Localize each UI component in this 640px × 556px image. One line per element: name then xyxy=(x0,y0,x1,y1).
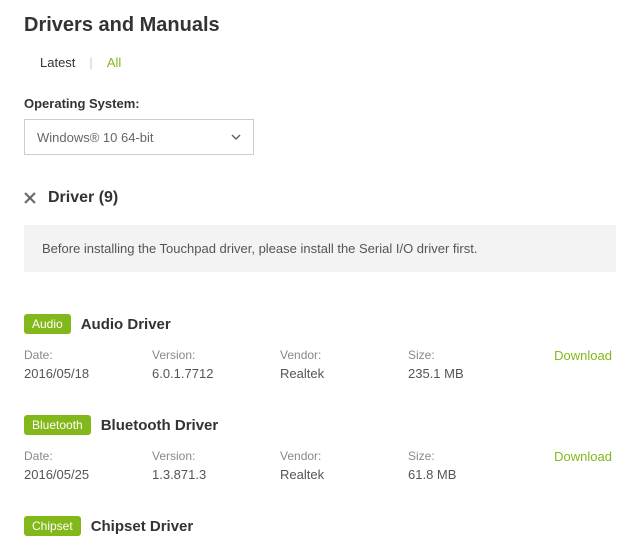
meta-value-version: 6.0.1.7712 xyxy=(152,366,280,381)
tab-divider: | xyxy=(89,55,92,70)
meta-label-version: Version: xyxy=(152,348,280,362)
meta-value-date: 2016/05/18 xyxy=(24,366,152,381)
page-title: Drivers and Manuals xyxy=(24,14,616,37)
meta-value-size: 61.8 MB xyxy=(408,467,536,482)
driver-section-header: Driver (9) xyxy=(24,189,616,207)
os-label: Operating System: xyxy=(24,96,616,111)
tab-latest[interactable]: Latest xyxy=(40,55,75,70)
download-link[interactable]: Download xyxy=(554,449,612,464)
meta-value-vendor: Realtek xyxy=(280,467,408,482)
meta-value-vendor: Realtek xyxy=(280,366,408,381)
filter-tabs: Latest | All xyxy=(40,55,616,70)
driver-category-badge: Chipset xyxy=(24,516,81,536)
driver-title: Audio Driver xyxy=(81,316,171,333)
driver-category-badge: Bluetooth xyxy=(24,415,91,435)
download-link[interactable]: Download xyxy=(554,348,612,363)
meta-label-version: Version: xyxy=(152,449,280,463)
meta-value-version: 1.3.871.3 xyxy=(152,467,280,482)
driver-title: Bluetooth Driver xyxy=(101,417,219,434)
driver-category-badge: Audio xyxy=(24,314,71,334)
meta-label-date: Date: xyxy=(24,449,152,463)
driver-item: Audio Audio Driver Date: 2016/05/18 Vers… xyxy=(24,314,616,381)
driver-section-title: Driver (9) xyxy=(48,189,118,207)
os-select[interactable]: Windows® 10 64-bit xyxy=(24,119,254,155)
meta-label-date: Date: xyxy=(24,348,152,362)
driver-title: Chipset Driver xyxy=(91,518,194,535)
os-select-value: Windows® 10 64-bit xyxy=(37,130,231,145)
chevron-down-icon xyxy=(231,132,241,142)
meta-label-vendor: Vendor: xyxy=(280,449,408,463)
meta-label-size: Size: xyxy=(408,348,536,362)
close-icon[interactable] xyxy=(24,192,36,204)
driver-item: Bluetooth Bluetooth Driver Date: 2016/05… xyxy=(24,415,616,482)
meta-value-size: 235.1 MB xyxy=(408,366,536,381)
install-notice: Before installing the Touchpad driver, p… xyxy=(24,225,616,272)
tab-all[interactable]: All xyxy=(107,55,121,70)
meta-label-size: Size: xyxy=(408,449,536,463)
meta-label-vendor: Vendor: xyxy=(280,348,408,362)
driver-item: Chipset Chipset Driver xyxy=(24,516,616,536)
meta-value-date: 2016/05/25 xyxy=(24,467,152,482)
